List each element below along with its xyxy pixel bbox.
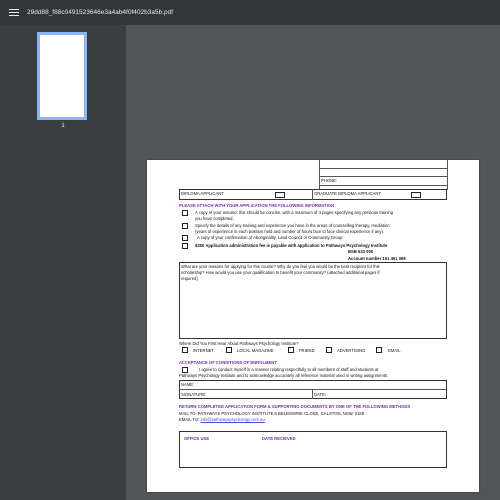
option-local-magazine: LOCAL MAGAZINE	[237, 348, 274, 353]
attach-item-training: Specify the details of any training and …	[195, 223, 390, 228]
acceptance-line-1: I agree to conduct myself in a manner re…	[199, 367, 379, 372]
table-line	[319, 168, 447, 169]
return-heading: RETURN COMPLETED APPLICATION FORM & SUPP…	[179, 404, 411, 409]
table-line	[319, 185, 447, 186]
option-email: EMAIL	[388, 348, 401, 353]
question-line-1: What are your reasons for applying for t…	[181, 264, 380, 269]
graduate-diploma-label: GRADUATE DIPLOMA APPLICANT	[314, 191, 381, 196]
fee-checkbox[interactable]	[182, 243, 188, 249]
name-field[interactable]: NAME:	[181, 382, 194, 387]
option-internet: INTERNET	[193, 348, 214, 353]
attach-heading: PLEASE ATTACH WITH YOUR APPLICATION THE …	[179, 203, 335, 208]
question-line-2: scholarship? How would you use your qual…	[181, 270, 380, 275]
menu-icon[interactable]	[9, 8, 19, 17]
date-field[interactable]: DATE:	[314, 392, 326, 397]
table-line	[319, 160, 320, 190]
table-line	[179, 389, 447, 390]
office-use-box	[179, 431, 447, 468]
office-use-label: OFFICE USE	[184, 436, 210, 441]
diploma-applicant-label: DIPLOMA APPLICANT	[181, 191, 224, 196]
bsb-number: BSB 633 000	[348, 249, 374, 254]
phone-label: PHONE:	[321, 178, 338, 183]
aboriginality-checkbox[interactable]	[182, 235, 188, 241]
heard-about-label: Where Did You First Hear About Pathways …	[179, 341, 299, 346]
table-line	[447, 160, 448, 190]
table-line	[319, 176, 447, 177]
attach-item-resume: A copy of your resume: this should be co…	[195, 210, 394, 215]
question-line-3: required)	[181, 276, 198, 281]
email-to: EMAIL TO: info@pathwayspsychology.com.au	[179, 417, 265, 422]
graduate-diploma-checkbox[interactable]	[411, 192, 421, 198]
option-advertising: ADVERTISING	[337, 348, 366, 353]
acceptance-line-2: Pathways Psychology Institute and to ack…	[179, 373, 389, 378]
attach-item-aboriginality: A copy of your confirmation of Aborigina…	[197, 235, 343, 240]
signature-field[interactable]: SIGNATURE:	[181, 392, 206, 397]
attach-item-training-cont: (years of experience in each position he…	[195, 229, 385, 234]
table-line	[312, 389, 313, 399]
friend-checkbox[interactable]	[288, 347, 294, 353]
page-thumbnail[interactable]	[37, 32, 87, 120]
mail-to: MAIL TO: PATHWAYS PSYCHOLOGY INSTITUTE 6…	[179, 411, 365, 416]
resume-checkbox[interactable]	[182, 210, 188, 216]
table-line	[312, 189, 313, 200]
email-checkbox[interactable]	[376, 347, 382, 353]
email-link[interactable]: info@pathwayspsychology.com.au	[201, 417, 265, 422]
internet-checkbox[interactable]	[182, 347, 188, 353]
thumbnail-page-number: 1	[61, 123, 65, 129]
document-title: 29dd88_f88c0491523646e3a4ab4f0f402b3a5b.…	[27, 9, 174, 16]
diploma-applicant-checkbox[interactable]	[275, 192, 285, 198]
option-friend: FRIEND	[299, 348, 315, 353]
local-magazine-checkbox[interactable]	[226, 347, 232, 353]
date-received-label: DATE RECIEVED	[262, 436, 296, 441]
acceptance-heading: ACCEPTANCE OF CONDITIONS OF ENROLMENT	[179, 360, 277, 365]
attach-item-fee: $250 Application administration fee is p…	[195, 243, 388, 248]
account-number: Account number 151 451 069	[348, 256, 406, 261]
thumbnail-sidebar: 1	[0, 25, 126, 500]
email-to-label: EMAIL TO:	[179, 417, 200, 422]
attach-item-resume-cont: you have completed.	[195, 216, 234, 221]
pdf-toolbar: 29dd88_f88c0491523646e3a4ab4f0f402b3a5b.…	[0, 0, 500, 25]
training-checkbox[interactable]	[182, 223, 188, 229]
advertising-checkbox[interactable]	[326, 347, 332, 353]
